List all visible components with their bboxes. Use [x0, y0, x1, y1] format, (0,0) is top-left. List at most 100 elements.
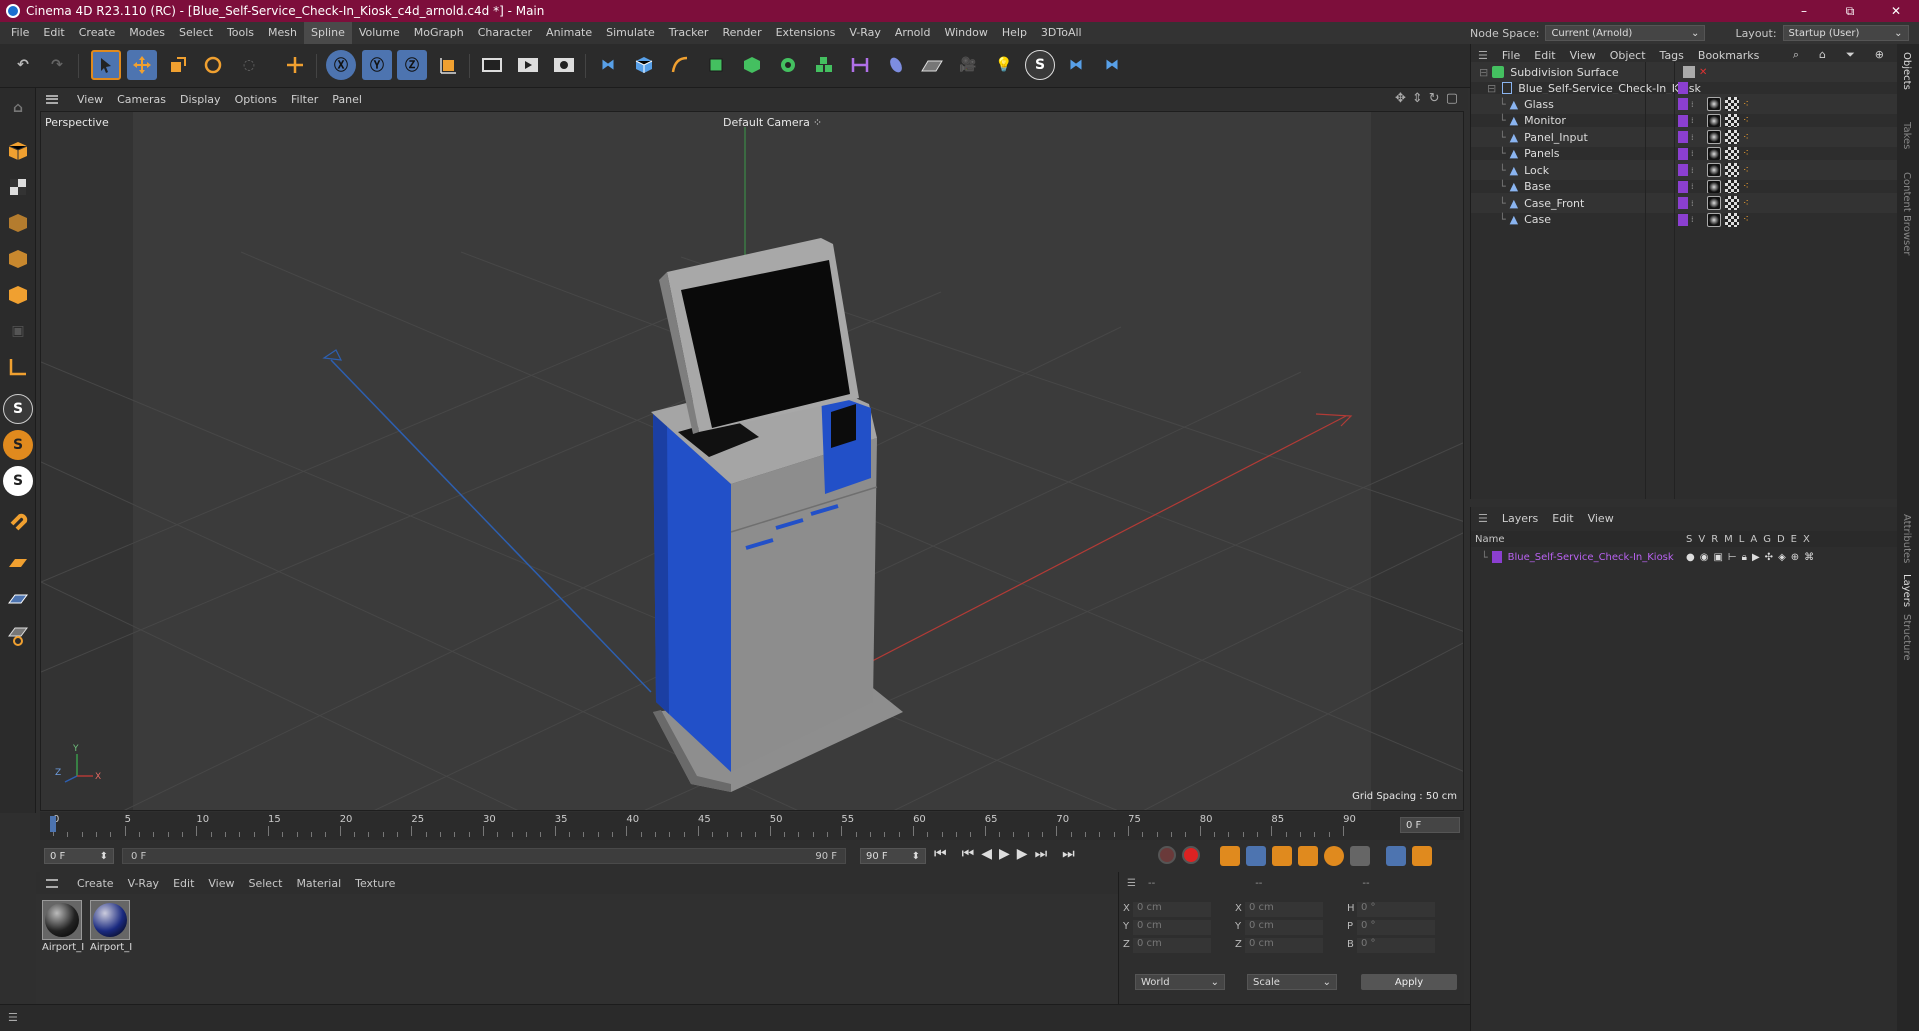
camera-icon[interactable]: 🎥: [953, 50, 983, 80]
hamburger-menu-icon[interactable]: ☰: [1471, 49, 1495, 62]
layer-col-header[interactable]: L: [1739, 534, 1745, 545]
obj-menu-file[interactable]: File: [1495, 49, 1527, 62]
menu-spline[interactable]: Spline: [304, 22, 352, 44]
transform-tool-icon[interactable]: [280, 50, 310, 80]
visibility-dots-icon[interactable]: ⁞: [1691, 166, 1694, 175]
tab-attributes[interactable]: Attributes: [1901, 514, 1912, 563]
redo-icon[interactable]: ↷: [42, 50, 72, 80]
layer-lock-icon[interactable]: 🔒︎: [1742, 552, 1747, 563]
texture-mode-icon[interactable]: [3, 172, 33, 202]
mat-menu-material[interactable]: Material: [289, 877, 348, 890]
polygons-mode-icon[interactable]: [3, 280, 33, 310]
disable-cross-icon[interactable]: ✕: [1699, 67, 1707, 78]
cube-primitive-icon[interactable]: [629, 50, 659, 80]
material-tag-icon[interactable]: [1707, 163, 1721, 177]
mat-menu-view[interactable]: View: [201, 877, 241, 890]
viewport-menu-cameras[interactable]: Cameras: [110, 93, 173, 106]
layer-col-header[interactable]: X: [1803, 534, 1810, 545]
menu-tracker[interactable]: Tracker: [662, 22, 716, 44]
world-dropdown[interactable]: World ⌄: [1135, 974, 1225, 990]
texture-tag-icon[interactable]: [1725, 97, 1739, 111]
go-to-start-icon[interactable]: ⏮: [934, 846, 947, 862]
menu-mesh[interactable]: Mesh: [261, 22, 304, 44]
coordinate-system-icon[interactable]: [433, 50, 463, 80]
workplane-snap-icon[interactable]: S: [3, 466, 33, 496]
tab-structure[interactable]: Structure: [1901, 614, 1912, 661]
search-icon[interactable]: ⌕: [1786, 48, 1806, 62]
layer-menu-layers[interactable]: Layers: [1495, 512, 1545, 525]
menu-simulate[interactable]: Simulate: [599, 22, 662, 44]
hamburger-menu-icon[interactable]: ☰: [8, 1011, 18, 1024]
layer-expression-icon[interactable]: ⊕: [1791, 552, 1799, 563]
visibility-dots-icon[interactable]: ⁞: [1691, 100, 1694, 109]
obj-menu-bookmarks[interactable]: Bookmarks: [1691, 49, 1766, 62]
mat-menu-edit[interactable]: Edit: [166, 877, 201, 890]
edges-mode-icon[interactable]: [3, 244, 33, 274]
layer-row[interactable]: └ Blue_Self-Service_Check-In_Kiosk ● ◉ ▣…: [1471, 549, 1898, 565]
make-editable-icon[interactable]: ⌂: [3, 93, 33, 123]
layer-color-swatch[interactable]: [1491, 551, 1502, 563]
vray-logo-icon[interactable]: S: [1025, 50, 1055, 80]
layer-color-swatch[interactable]: [1678, 114, 1688, 127]
rotate-tool-icon[interactable]: [198, 50, 228, 80]
layer-col-header[interactable]: S: [1686, 534, 1692, 545]
viewport-zoom-icon[interactable]: ⇕: [1412, 91, 1423, 106]
menu-character[interactable]: Character: [471, 22, 539, 44]
layout-dropdown[interactable]: Startup (User) ⌄: [1782, 25, 1909, 41]
layer-color-swatch[interactable]: [1678, 213, 1688, 226]
python-plugin-icon[interactable]: ⧓: [1061, 50, 1091, 80]
autokey-icon[interactable]: [1182, 846, 1200, 864]
menu-select[interactable]: Select: [172, 22, 220, 44]
phong-tag-icon[interactable]: ⁖: [1743, 132, 1749, 143]
visibility-dots-icon[interactable]: ⁞: [1691, 215, 1694, 224]
menu-extensions[interactable]: Extensions: [769, 22, 843, 44]
y-axis-lock-icon[interactable]: Ⓨ: [362, 50, 392, 80]
phong-tag-icon[interactable]: ⁖: [1743, 165, 1749, 176]
viewport-menu-view[interactable]: View: [70, 93, 110, 106]
layer-col-header[interactable]: V: [1698, 534, 1705, 545]
texture-tag-icon[interactable]: [1725, 163, 1739, 177]
layer-col-header[interactable]: A: [1750, 534, 1757, 545]
texture-tag-icon[interactable]: [1725, 113, 1739, 128]
new-window-icon[interactable]: ⊕: [1868, 48, 1891, 62]
texture-tag-icon[interactable]: [1725, 212, 1739, 227]
layer-col-header[interactable]: G: [1763, 534, 1771, 545]
x-axis-lock-icon[interactable]: Ⓧ: [326, 50, 356, 80]
phong-tag-icon[interactable]: ⁖: [1743, 214, 1749, 225]
floor-icon[interactable]: [917, 50, 947, 80]
timeline-window-icon[interactable]: [1412, 846, 1432, 866]
apply-button[interactable]: Apply: [1361, 974, 1457, 990]
material-tag-icon[interactable]: [1707, 146, 1721, 161]
workplane-icon[interactable]: [3, 548, 33, 578]
next-frame-icon[interactable]: ▶: [1017, 846, 1028, 862]
layer-solo-icon[interactable]: ●: [1686, 552, 1695, 563]
material-tag-icon[interactable]: [1707, 212, 1721, 227]
rotation-field[interactable]: 0 °: [1357, 938, 1435, 953]
material-tag-icon[interactable]: [1707, 179, 1721, 194]
points-mode-icon[interactable]: [3, 208, 33, 238]
timeline-ruler[interactable]: 0 5 10 15 20 25 30 35 40 45 50 55 60 65 70 75 80 85 90 0 F: [40, 812, 1464, 840]
visibility-dots-icon[interactable]: ⁞: [1691, 116, 1694, 125]
mat-menu-texture[interactable]: Texture: [348, 877, 402, 890]
mat-menu-create[interactable]: Create: [70, 877, 121, 890]
previous-key-icon[interactable]: ⏮: [962, 846, 975, 862]
locked-workplane-icon[interactable]: [3, 620, 33, 650]
menu-edit[interactable]: Edit: [36, 22, 71, 44]
layer-animation-icon[interactable]: ▶: [1752, 552, 1760, 563]
model-mode-icon[interactable]: [3, 136, 33, 166]
uv-mode-icon[interactable]: ▣: [3, 316, 33, 346]
maximize-button[interactable]: ⧉: [1827, 0, 1873, 22]
record-keys-icon[interactable]: [1158, 846, 1176, 864]
phong-tag-icon[interactable]: ⁖: [1743, 115, 1749, 126]
layer-color-swatch[interactable]: [1678, 147, 1688, 160]
layer-color-swatch[interactable]: [1678, 82, 1688, 94]
hamburger-menu-icon[interactable]: ☰: [1471, 512, 1495, 525]
viewport-menu-options[interactable]: Options: [228, 93, 284, 106]
phong-tag-icon[interactable]: ⁖: [1743, 198, 1749, 209]
filter-icon[interactable]: ⏷: [1839, 48, 1862, 62]
visibility-dots-icon[interactable]: ⁞: [1691, 182, 1694, 191]
scale-tool-icon[interactable]: [163, 50, 193, 80]
key-pla-icon[interactable]: [1350, 846, 1370, 866]
move-tool-icon[interactable]: [127, 50, 157, 80]
node-space-dropdown[interactable]: Current (Arnold) ⌄: [1545, 25, 1706, 41]
